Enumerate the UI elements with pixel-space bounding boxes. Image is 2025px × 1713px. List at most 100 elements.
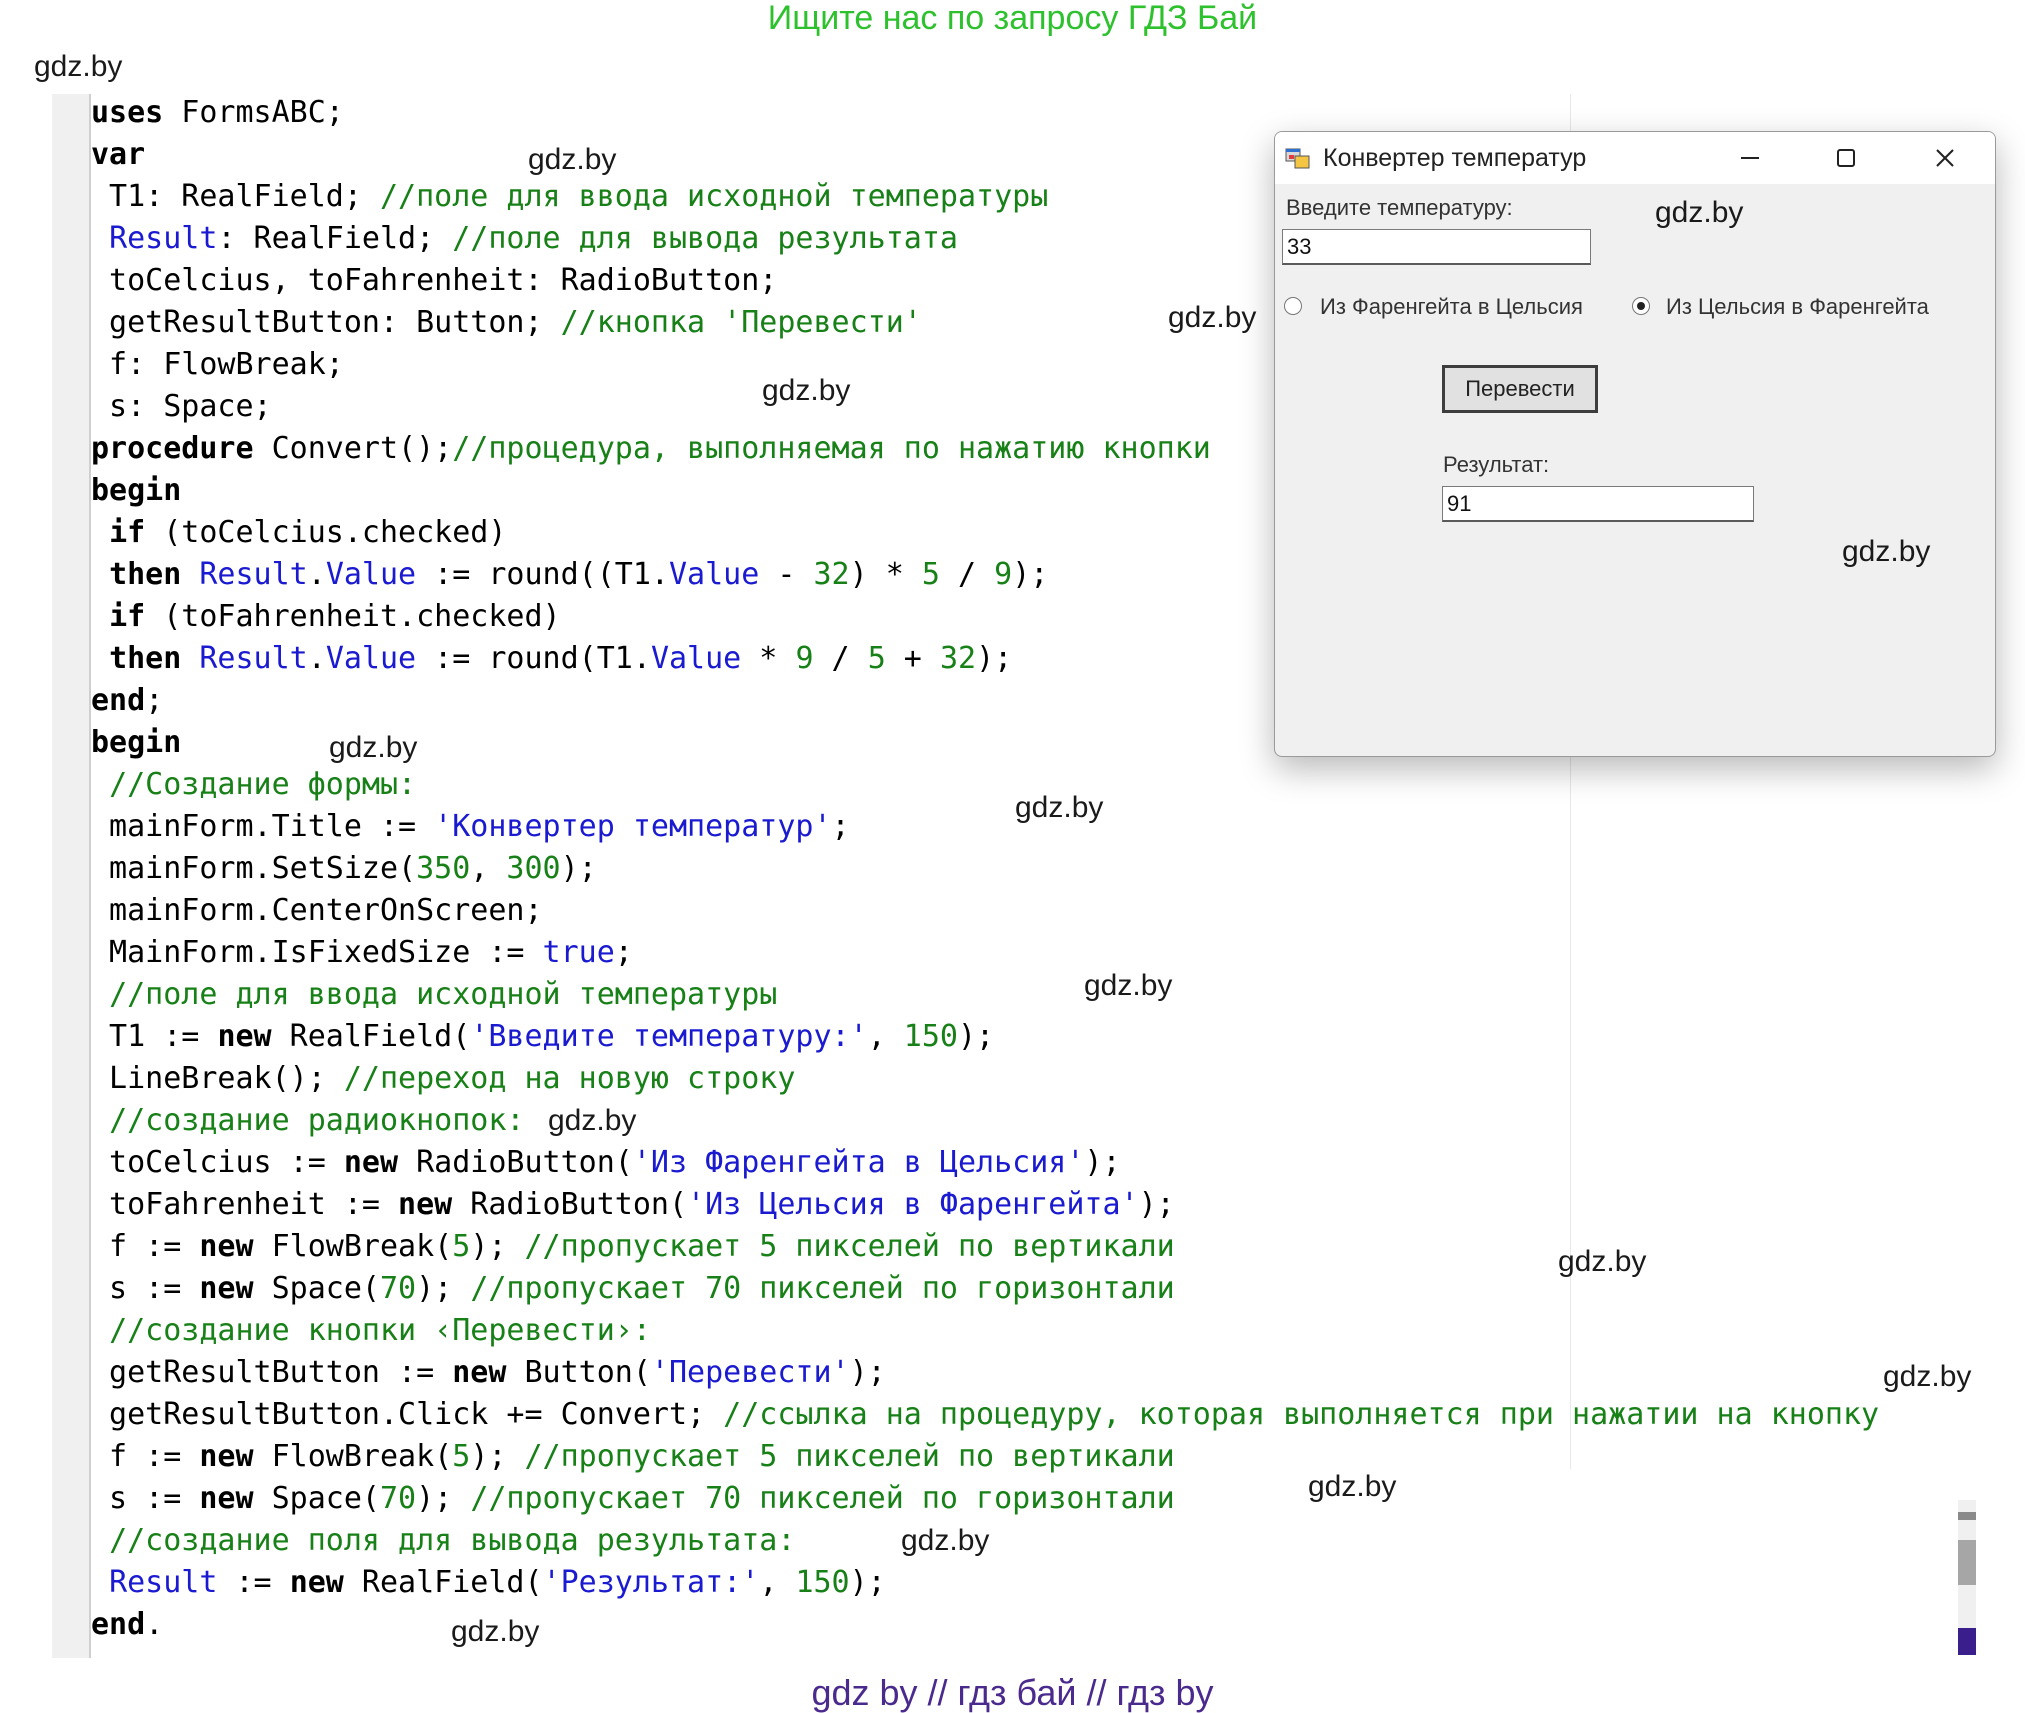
code-token: mainForm.CenterOnScreen;: [91, 893, 543, 928]
code-token: Result: [199, 641, 308, 676]
code-token: 32: [939, 641, 977, 676]
watermark: gdz.by: [762, 374, 851, 407]
code-line: end.: [91, 1604, 163, 1646]
code-token: Value: [325, 557, 417, 592]
code-token: //пропускает 5 пикселей по вертикали: [524, 1439, 1175, 1474]
code-line: MainForm.IsFixedSize := true;: [91, 932, 633, 974]
code-token: if: [109, 515, 146, 550]
code-token: //создание поля для вывода результата:: [109, 1523, 796, 1558]
code-token: then: [109, 557, 182, 592]
code-token: Value: [650, 641, 742, 676]
code-line: T1 := new RealField('Введите температуру…: [91, 1016, 994, 1058]
code-line: LineBreak(); //переход на новую строку: [91, 1058, 795, 1100]
code-token: new: [199, 1271, 254, 1306]
code-token: 'Конвертер температур': [434, 809, 832, 844]
code-token: Value: [669, 557, 760, 592]
code-line: T1: RealField; //поле для ввода исходной…: [91, 176, 1048, 218]
code-line: end;: [91, 680, 163, 722]
watermark: gdz.by: [1168, 301, 1257, 334]
radio-to-celsius[interactable]: Из Фаренгейта в Цельсия: [1282, 294, 1602, 324]
watermark: gdz.by: [1558, 1245, 1647, 1278]
scrollbar-thumb[interactable]: [1958, 1540, 1976, 1585]
code-token: := round(T1.: [416, 641, 651, 676]
temperature-input-label: Введите температуру:: [1286, 195, 1513, 220]
code-token: //процедура, выполняемая по нажатию кноп…: [452, 431, 1211, 466]
code-token: 5: [921, 557, 940, 592]
window-titlebar[interactable]: Конвертер температур: [1275, 132, 1995, 184]
maximize-button[interactable]: [1826, 140, 1866, 176]
code-token: toCelcius :=: [91, 1145, 344, 1180]
code-line: begin: [91, 722, 181, 764]
code-token: ;: [145, 683, 164, 718]
code-token: //пропускает 70 пикселей по горизонтали: [470, 1271, 1175, 1306]
code-token: 300: [506, 851, 561, 886]
code-token: new: [217, 1019, 272, 1054]
code-line: Result: RealField; //поле для вывода рез…: [91, 218, 958, 260]
code-token: );: [470, 1439, 525, 1474]
app-icon: [1285, 148, 1310, 169]
code-token: 5: [452, 1229, 471, 1264]
code-token: end: [91, 683, 146, 718]
code-token: //создание кнопки ‹Перевести›:: [109, 1313, 651, 1348]
code-line: uses FormsABC;: [91, 92, 344, 134]
code-token: 32: [813, 557, 850, 592]
code-token: ,: [470, 851, 507, 886]
code-token: getResultButton :=: [91, 1355, 453, 1390]
code-token: 70: [380, 1271, 417, 1306]
close-icon: [1936, 149, 1954, 167]
minimize-icon: [1741, 157, 1759, 159]
code-line: toFahrenheit := new RadioButton('Из Цель…: [91, 1184, 1175, 1226]
code-line: //поле для ввода исходной температуры: [91, 974, 777, 1016]
code-token: 9: [994, 557, 1013, 592]
code-line: mainForm.SetSize(350, 300);: [91, 848, 597, 890]
watermark: gdz.by: [451, 1615, 540, 1648]
code-token: );: [416, 1271, 471, 1306]
code-token: new: [398, 1187, 453, 1222]
close-button[interactable]: [1925, 140, 1965, 176]
watermark: gdz.by: [1842, 535, 1931, 568]
code-token: ;: [614, 935, 633, 970]
code-token: new: [199, 1481, 254, 1516]
result-label: Результат:: [1443, 452, 1550, 477]
code-token: begin: [91, 473, 182, 508]
watermark: gdz.by: [1084, 969, 1173, 1002]
code-line: then Result.Value := round((T1.Value - 3…: [91, 554, 1048, 596]
code-line: mainForm.CenterOnScreen;: [91, 890, 543, 932]
code-line: procedure Convert();//процедура, выполня…: [91, 428, 1211, 470]
code-line: if (toFahrenheit.checked): [91, 596, 561, 638]
convert-button[interactable]: Перевести: [1442, 365, 1598, 413]
code-token: //создание радиокнопок:: [109, 1103, 525, 1138]
code-token: ;: [831, 809, 850, 844]
code-token: +: [885, 641, 940, 676]
radio-label: Из Фаренгейта в Цельсия: [1320, 294, 1583, 319]
watermark: gdz.by: [528, 143, 617, 176]
code-line: toCelcius := new RadioButton('Из Фаренге…: [91, 1142, 1121, 1184]
code-token: );: [1084, 1145, 1121, 1180]
code-token: (toCelcius.checked): [145, 515, 507, 550]
code-token: new: [452, 1355, 507, 1390]
code-token: T1: RealField;: [91, 179, 380, 214]
code-line: //Создание формы:: [91, 764, 416, 806]
code-line: s := new Space(70); //пропускает 70 пикс…: [91, 1478, 1175, 1520]
code-token: 5: [452, 1439, 471, 1474]
code-token: 'Результат:': [542, 1565, 760, 1600]
line-number-gutter: [52, 94, 90, 1658]
code-line: //создание кнопки ‹Перевести›:: [91, 1310, 651, 1352]
window-title: Конвертер температур: [1323, 144, 1587, 172]
result-field[interactable]: 91: [1442, 486, 1754, 522]
code-line: //создание поля для вывода результата:: [91, 1520, 795, 1562]
code-line: s := new Space(70); //пропускает 70 пикс…: [91, 1268, 1175, 1310]
code-token: Button(: [506, 1355, 651, 1390]
minimize-button[interactable]: [1730, 140, 1770, 176]
radio-to-fahrenheit[interactable]: Из Цельсия в Фаренгейта: [1630, 294, 1970, 324]
code-token: toFahrenheit :=: [91, 1187, 399, 1222]
code-token: new: [289, 1565, 344, 1600]
app-window: Конвертер температур Введите температуру…: [1274, 131, 1996, 757]
code-token: var: [91, 137, 146, 172]
code-token: Result: [109, 221, 218, 256]
temperature-input[interactable]: 33: [1282, 229, 1591, 265]
